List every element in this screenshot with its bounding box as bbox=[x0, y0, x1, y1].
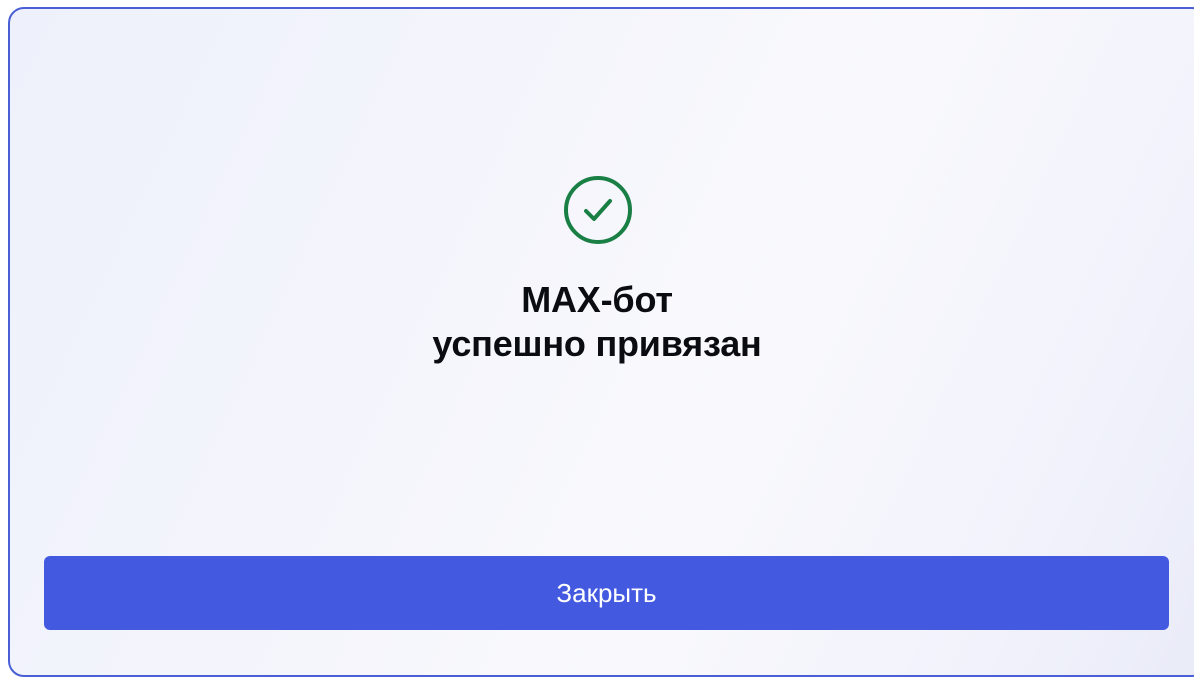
title-line-1: MAX-бот bbox=[521, 279, 673, 320]
dialog-title: MAX-бот успешно привязан bbox=[0, 278, 1194, 366]
title-line-2: успешно привязан bbox=[432, 323, 762, 364]
check-circle-icon bbox=[564, 176, 632, 244]
close-button[interactable]: Закрыть bbox=[44, 556, 1169, 630]
